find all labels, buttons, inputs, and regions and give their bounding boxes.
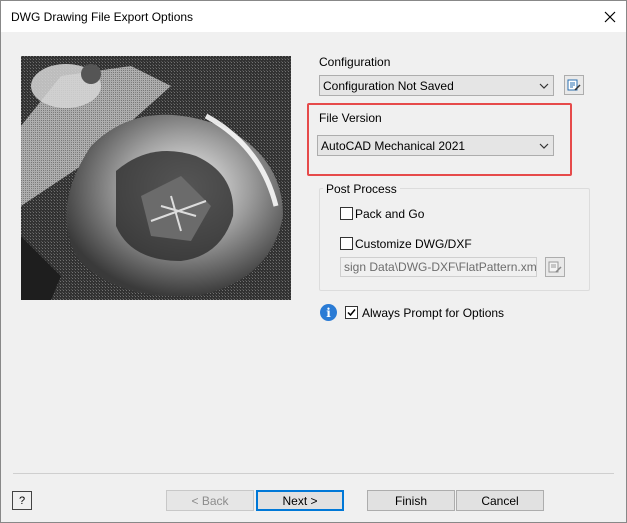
help-icon: ? (18, 494, 26, 507)
file-version-dropdown[interactable]: AutoCAD Mechanical 2021 (317, 135, 554, 156)
help-button[interactable]: ? (12, 491, 32, 510)
export-options-dialog: DWG Drawing File Export Options Configur… (0, 0, 627, 523)
file-version-value: AutoCAD Mechanical 2021 (321, 139, 466, 153)
pack-and-go-label: Pack and Go (355, 207, 425, 221)
back-button[interactable]: < Back (166, 490, 254, 511)
cancel-button[interactable]: Cancel (456, 490, 544, 511)
close-icon (604, 11, 616, 22)
title-bar: DWG Drawing File Export Options (1, 1, 626, 32)
finish-button[interactable]: Finish (367, 490, 455, 511)
info-icon: i (320, 304, 337, 321)
close-button[interactable] (594, 1, 626, 32)
next-button[interactable]: Next > (256, 490, 344, 511)
checkmark-icon (347, 309, 356, 317)
configuration-dropdown[interactable]: Configuration Not Saved (319, 75, 554, 96)
configuration-value: Configuration Not Saved (323, 79, 454, 93)
customize-browse-button[interactable] (545, 257, 565, 277)
preview-image (21, 56, 291, 300)
footer-separator (13, 473, 614, 474)
window-title: DWG Drawing File Export Options (11, 10, 194, 24)
pack-and-go-checkbox[interactable] (340, 207, 353, 220)
edit-config-icon (567, 79, 581, 91)
always-prompt-label: Always Prompt for Options (362, 306, 505, 320)
customize-dwg-dxf-checkbox[interactable] (340, 237, 353, 250)
customize-dwg-dxf-label: Customize DWG/DXF (355, 237, 472, 251)
post-process-title: Post Process (323, 182, 400, 196)
configuration-label: Configuration (319, 55, 391, 69)
always-prompt-checkbox[interactable] (345, 306, 358, 319)
customize-path-field[interactable]: sign Data\DWG-DXF\FlatPattern.xml (340, 257, 537, 277)
browse-file-icon (548, 261, 562, 273)
file-version-label: File Version (319, 111, 382, 125)
chevron-down-icon (539, 143, 549, 149)
configuration-browse-button[interactable] (564, 75, 584, 95)
chevron-down-icon (539, 83, 549, 89)
